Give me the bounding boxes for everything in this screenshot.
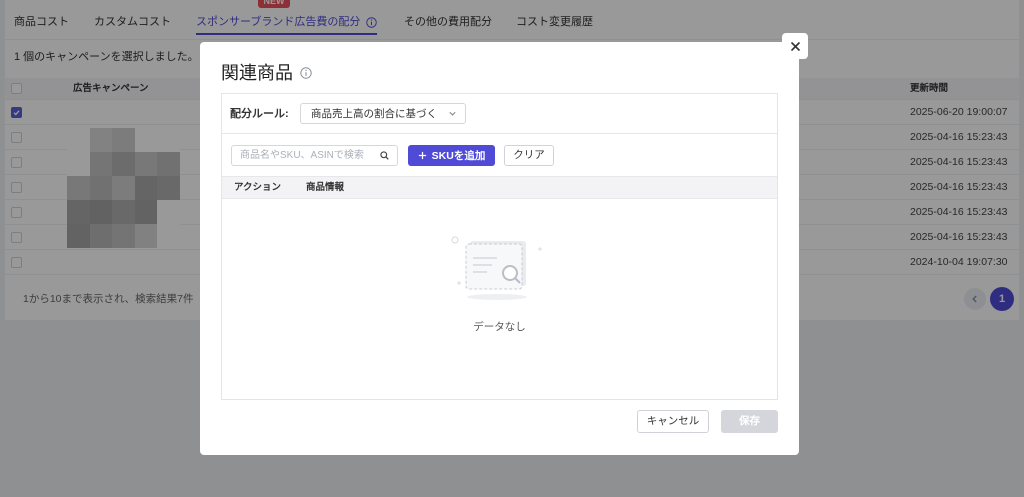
clear-button[interactable]: クリア xyxy=(504,145,554,166)
plus-icon xyxy=(418,151,426,160)
allocation-rule-select[interactable]: 商品売上高の割合に基づく xyxy=(300,103,466,124)
column-header-action: アクション xyxy=(234,182,282,193)
info-icon[interactable] xyxy=(300,67,312,79)
product-search-field[interactable] xyxy=(231,145,398,166)
chevron-down-icon xyxy=(449,111,456,116)
empty-state-text: データなし xyxy=(473,321,526,333)
empty-search-illustration xyxy=(451,236,542,300)
related-products-modal: 関連商品 配分ルール: 商品売上高の割合に基づく SKUを追加 クリア アクショ… xyxy=(200,42,799,455)
cancel-button[interactable]: キャンセル xyxy=(637,410,709,433)
search-icon[interactable] xyxy=(380,151,389,160)
add-sku-label: SKUを追加 xyxy=(431,150,486,162)
product-search-input[interactable] xyxy=(232,146,374,165)
allocation-rule-row: 配分ルール: 商品売上高の割合に基づく xyxy=(222,94,777,134)
modal-header: 関連商品 xyxy=(221,62,312,84)
add-sku-button[interactable]: SKUを追加 xyxy=(408,145,495,166)
close-icon xyxy=(790,41,800,51)
product-table-header: アクション 商品情報 xyxy=(222,176,777,199)
modal-close-button[interactable] xyxy=(782,33,808,59)
modal-content-box: 配分ルール: 商品売上高の割合に基づく SKUを追加 クリア アクション 商品情… xyxy=(221,93,778,400)
modal-title: 関連商品 xyxy=(221,63,293,83)
column-header-product-info: 商品情報 xyxy=(306,182,345,193)
save-button[interactable]: 保存 xyxy=(721,410,778,433)
allocation-rule-label: 配分ルール: xyxy=(230,108,289,120)
allocation-rule-value: 商品売上高の割合に基づく xyxy=(311,108,437,120)
